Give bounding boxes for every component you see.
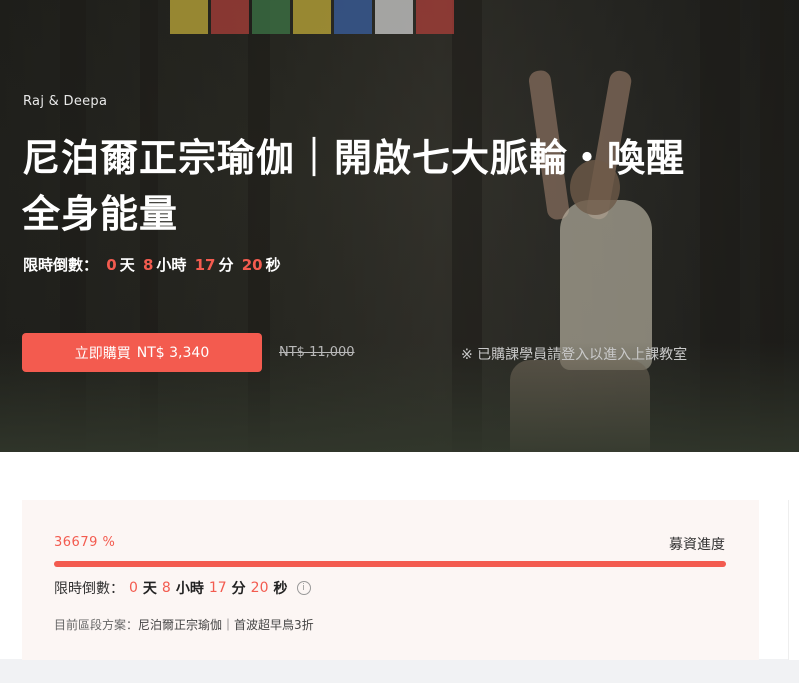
login-notice: ※ 已購課學員請登入以進入上課教室: [461, 347, 688, 363]
course-author: Raj & Deepa: [23, 94, 108, 109]
card-countdown-minutes-unit: 分: [231, 581, 246, 597]
card-countdown-days: 0: [129, 580, 138, 596]
countdown-days-unit: 天: [119, 256, 135, 274]
funding-progress-label: 募資進度: [669, 537, 725, 553]
side-card-edge: [788, 500, 799, 660]
course-title: 尼泊爾正宗瑜伽｜開啟七大脈輪・喚醒全身能量: [22, 136, 686, 236]
card-countdown-hours-unit: 小時: [175, 581, 204, 597]
card-countdown-hours: 8: [161, 580, 171, 596]
countdown-days: 0: [106, 256, 117, 274]
funding-progress-fill: [54, 561, 726, 567]
plan-name: 尼泊爾正宗瑜伽｜首波超早鳥3折: [138, 618, 314, 632]
countdown-label: 限時倒數：: [23, 256, 99, 274]
card-countdown-seconds-unit: 秒: [273, 581, 288, 597]
countdown-seconds: 20: [241, 256, 263, 274]
buy-now-price: NT$ 3,340: [136, 344, 210, 361]
countdown-minutes: 17: [194, 256, 216, 274]
countdown-hours: 8: [142, 256, 154, 274]
card-countdown-label: 限時倒數：: [54, 581, 124, 597]
countdown-hours-unit: 小時: [156, 256, 187, 274]
plan-label: 目前區段方案：: [54, 618, 139, 632]
buy-now-label: 立即購買: [74, 345, 131, 362]
prayer-flags: [170, 0, 457, 34]
original-price: NT$ 11,000: [279, 345, 355, 360]
info-icon[interactable]: i: [296, 581, 311, 595]
card-countdown-seconds: 20: [250, 580, 269, 596]
countdown-minutes-unit: 分: [218, 256, 234, 274]
card-countdown: 限時倒數： 0天 8 小時 17 分 20 秒 i: [54, 578, 311, 598]
card-countdown-days-unit: 天: [142, 581, 157, 597]
countdown-seconds-unit: 秒: [265, 256, 281, 274]
buy-now-button[interactable]: 立即購買 NT$ 3,340: [22, 333, 262, 372]
hero-countdown: 限時倒數： 0天 8 小時 17 分 20 秒: [23, 254, 281, 275]
card-countdown-minutes: 17: [208, 580, 227, 596]
current-plan: 目前區段方案：尼泊爾正宗瑜伽｜首波超早鳥3折: [54, 616, 314, 633]
funding-percent: 36679 %: [54, 535, 116, 550]
funding-progress-bar: [54, 561, 726, 567]
